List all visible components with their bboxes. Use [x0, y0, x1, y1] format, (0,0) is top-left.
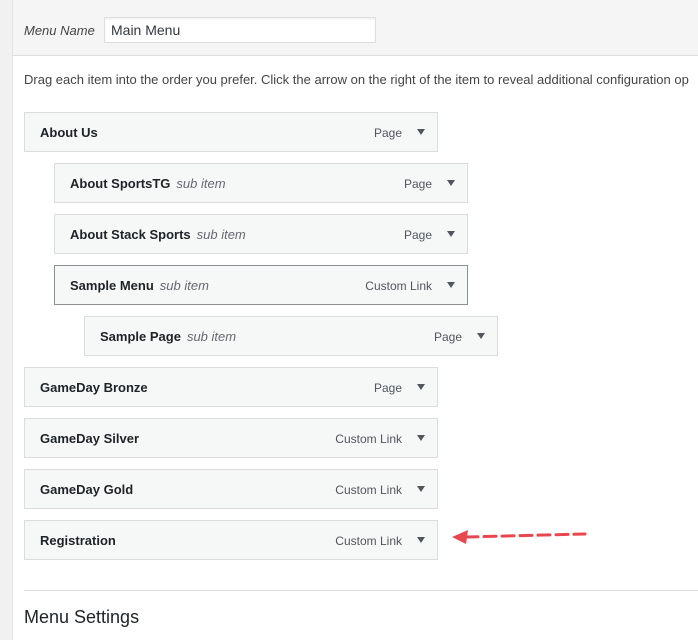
sub-item-label: sub item: [186, 329, 237, 344]
menu-item-sample-menu[interactable]: Sample Menu sub item Custom Link: [54, 265, 468, 305]
menu-item-title: GameDay Silver: [40, 431, 140, 446]
menu-item-about-sportstg[interactable]: About SportsTG sub item Page: [54, 163, 468, 203]
expand-arrow-icon[interactable]: [417, 486, 425, 492]
menu-item-registration[interactable]: Registration Custom Link: [24, 520, 438, 560]
sub-item-label: sub item: [196, 227, 246, 242]
expand-arrow-icon[interactable]: [447, 282, 455, 288]
menu-item-title: GameDay Bronze: [40, 380, 148, 395]
menu-item-about-us[interactable]: About Us Page: [24, 112, 438, 152]
menu-item-type: Custom Link: [335, 534, 402, 548]
expand-arrow-icon[interactable]: [477, 333, 485, 339]
menu-item-type: Custom Link: [335, 432, 402, 446]
menu-settings-heading: Menu Settings: [24, 607, 140, 627]
menu-item-type: Page: [403, 228, 432, 242]
menu-item-gameday-gold[interactable]: GameDay Gold Custom Link: [24, 469, 438, 509]
menu-item-type: Custom Link: [365, 279, 432, 293]
expand-arrow-icon[interactable]: [447, 231, 455, 237]
expand-arrow-icon[interactable]: [417, 537, 425, 543]
sub-item-label: sub item: [159, 278, 209, 293]
menu-item-type: Custom Link: [335, 483, 402, 497]
menu-item-title: Sample Menu sub item: [70, 278, 209, 293]
menu-item-type: Page: [403, 177, 432, 191]
menu-item-title: About Stack Sports sub item: [70, 227, 246, 242]
expand-arrow-icon[interactable]: [447, 180, 455, 186]
menu-item-about-stack-sports[interactable]: About Stack Sports sub item Page: [54, 214, 468, 254]
menu-item-title: Registration: [40, 533, 116, 548]
menu-item-title: GameDay Gold: [40, 482, 134, 497]
menu-item-type: Page: [373, 126, 402, 140]
expand-arrow-icon[interactable]: [417, 435, 425, 441]
expand-arrow-icon[interactable]: [417, 384, 425, 390]
menu-item-sample-page[interactable]: Sample Page sub item Page: [84, 316, 498, 356]
menu-item-title: Sample Page sub item: [100, 329, 237, 344]
annotation-arrow-icon: [452, 530, 587, 544]
menu-item-title: About Us: [40, 125, 98, 140]
settings-divider: [24, 590, 698, 591]
menu-item-type: Page: [433, 330, 462, 344]
menu-name-input[interactable]: [104, 17, 376, 43]
menu-item-type: Page: [373, 381, 402, 395]
sub-item-label: sub item: [176, 176, 226, 191]
menu-item-gameday-silver[interactable]: GameDay Silver Custom Link: [24, 418, 438, 458]
menu-name-label: Menu Name: [24, 23, 95, 38]
drag-instructions: Drag each item into the order you prefer…: [24, 72, 689, 87]
expand-arrow-icon[interactable]: [417, 129, 425, 135]
menu-item-gameday-bronze[interactable]: GameDay Bronze Page: [24, 367, 438, 407]
menu-item-title: About SportsTG sub item: [70, 176, 226, 191]
